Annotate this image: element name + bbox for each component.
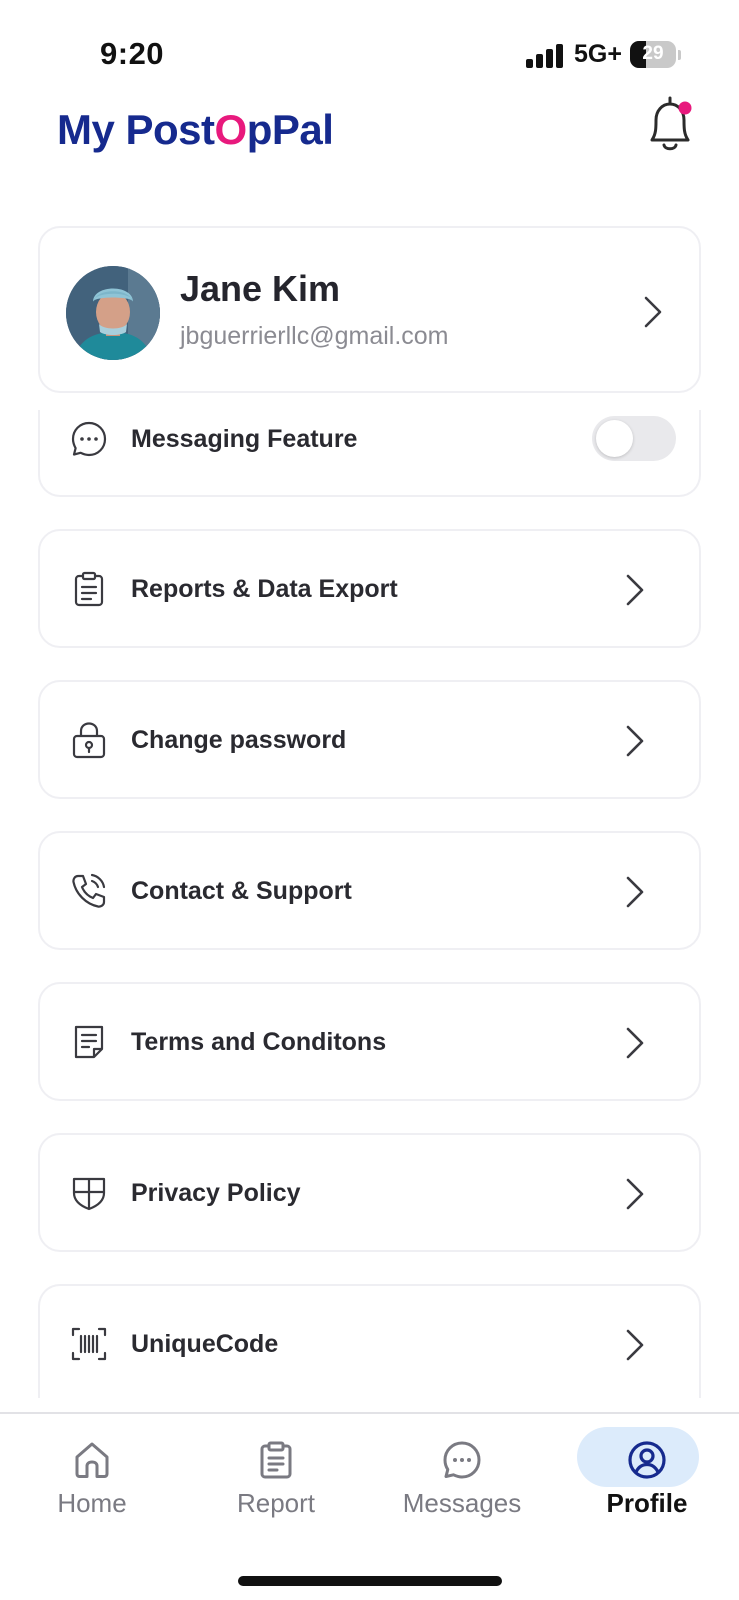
- chat-bubble-icon: [71, 421, 107, 457]
- menu-item-label: Contact & Support: [131, 877, 352, 905]
- barcode-icon: [71, 1327, 107, 1361]
- signal-icon: [526, 44, 564, 68]
- home-indicator: [238, 1576, 502, 1586]
- profile-name: Jane Kim: [180, 268, 341, 309]
- network-type: 5G+: [574, 40, 622, 68]
- avatar: [66, 266, 160, 360]
- menu-item-reports[interactable]: Reports & Data Export: [38, 529, 701, 648]
- chevron-right-icon: [626, 1178, 644, 1210]
- menu-item-unique-code[interactable]: UniqueCode: [38, 1284, 701, 1398]
- chevron-right-icon: [644, 296, 662, 328]
- messaging-feature-row: Messaging Feature: [38, 410, 701, 497]
- nav-profile[interactable]: Profile: [577, 1424, 712, 1534]
- nav-label: Messages: [402, 1488, 522, 1518]
- clipboard-icon: [74, 571, 104, 607]
- status-bar: 9:20 5G+ 29: [0, 0, 739, 90]
- home-icon: [75, 1442, 109, 1478]
- bell-icon: [650, 96, 692, 151]
- nav-report[interactable]: Report: [211, 1424, 341, 1534]
- nav-label: Home: [57, 1488, 127, 1518]
- nav-home[interactable]: Home: [27, 1424, 157, 1534]
- battery-icon: 29: [630, 41, 676, 68]
- messaging-feature-label: Messaging Feature: [131, 425, 358, 453]
- clipboard-icon: [260, 1441, 292, 1479]
- chat-icon: [443, 1441, 481, 1479]
- app-logo: My Post OpPal: [57, 100, 334, 160]
- toggle-knob: [596, 420, 633, 457]
- phone-icon: [72, 873, 106, 908]
- messaging-feature-toggle[interactable]: [592, 416, 676, 461]
- nav-label: Profile: [606, 1488, 688, 1518]
- chevron-right-icon: [626, 876, 644, 908]
- menu-item-label: Change password: [131, 726, 347, 754]
- chevron-right-icon: [626, 1329, 644, 1361]
- nav-label: Report: [236, 1488, 316, 1518]
- lock-icon: [72, 722, 106, 759]
- chevron-right-icon: [626, 1027, 644, 1059]
- bottom-nav: Home Report Messages Profile: [0, 1412, 739, 1600]
- menu-item-label: Reports & Data Export: [131, 575, 398, 603]
- document-icon: [74, 1025, 104, 1059]
- profile-icon: [628, 1441, 666, 1479]
- menu-item-label: Privacy Policy: [131, 1179, 301, 1207]
- menu-item-change-password[interactable]: Change password: [38, 680, 701, 799]
- battery-level: 29: [642, 43, 664, 64]
- logo-text-start: My Post: [57, 106, 215, 153]
- notifications-button[interactable]: [640, 92, 700, 158]
- battery-tip: [678, 50, 681, 60]
- chevron-right-icon: [626, 574, 644, 606]
- logo-plus-o: O: [214, 106, 248, 153]
- profile-email: jbguerrierllc@gmail.com: [180, 322, 449, 350]
- status-time: 9:20: [100, 36, 165, 71]
- menu-item-contact-support[interactable]: Contact & Support: [38, 831, 701, 950]
- shield-icon: [72, 1177, 106, 1211]
- menu-item-terms[interactable]: Terms and Conditons: [38, 982, 701, 1101]
- chevron-right-icon: [626, 725, 644, 757]
- profile-card[interactable]: Jane Kim jbguerrierllc@gmail.com: [38, 226, 701, 393]
- menu-item-privacy-policy[interactable]: Privacy Policy: [38, 1133, 701, 1252]
- menu-item-label: UniqueCode: [131, 1330, 279, 1358]
- menu-item-label: Terms and Conditons: [131, 1028, 387, 1056]
- nav-messages[interactable]: Messages: [397, 1424, 527, 1534]
- logo-text-end: pPal: [246, 106, 334, 153]
